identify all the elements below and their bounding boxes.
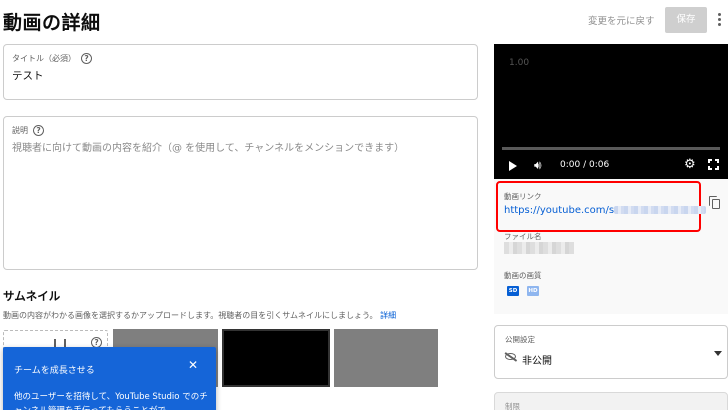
team-growth-popup: チームを成長させる ✕ 他のユーザーを招待して、YouTube Studio で… [3, 347, 216, 410]
dropdown-arrow-icon [714, 351, 722, 356]
hd-badge: HD [527, 286, 539, 296]
more-options-icon[interactable] [718, 13, 722, 27]
thumbnail-option[interactable] [334, 329, 438, 387]
thumbnail-heading: サムネイル [3, 289, 61, 303]
learn-more-link[interactable]: 詳細 [380, 311, 396, 320]
visibility-value: 非公開 [522, 356, 552, 367]
restrictions-label: 制限 [505, 402, 520, 410]
gear-icon[interactable]: ⚙ [684, 157, 696, 172]
popup-body: 他のユーザーを招待して、YouTube Studio でのチャンネル管理を手伝っ… [14, 392, 208, 410]
fullscreen-icon[interactable] [708, 159, 719, 170]
help-icon[interactable]: ? [81, 53, 92, 64]
thumbnail-option-selected[interactable] [222, 329, 330, 387]
sd-badge: SD [507, 286, 519, 296]
help-icon[interactable]: ? [33, 125, 44, 136]
description-input[interactable]: 視聴者に向けて動画の内容を紹介（@ を使用して、チャンネルをメンションできます） [12, 139, 404, 154]
save-button[interactable]: 保存 [665, 7, 707, 33]
progress-bar[interactable] [502, 147, 720, 150]
video-details-page: 動画の詳細 変更を元に戻す 保存 タイトル（必須） ? テスト 説明 ? 視聴者… [0, 0, 728, 410]
eye-off-icon [505, 353, 516, 360]
visibility-dropdown[interactable]: 公開設定 非公開 [494, 325, 728, 379]
close-icon[interactable]: ✕ [188, 358, 198, 372]
popup-title: チームを成長させる [14, 366, 95, 376]
redacted-filename [504, 242, 574, 254]
title-field[interactable]: タイトル（必須） ? テスト [3, 44, 478, 100]
page-title: 動画の詳細 [3, 12, 101, 34]
play-icon[interactable] [509, 161, 517, 171]
title-input[interactable]: テスト [12, 68, 44, 83]
description-field-label: 説明 [12, 126, 28, 135]
visibility-label: 公開設定 [505, 335, 535, 344]
copy-icon[interactable] [709, 196, 721, 210]
volume-icon[interactable]: 🔊︎ [534, 158, 542, 173]
undo-changes-button[interactable]: 変更を元に戻す [588, 13, 655, 27]
playback-counter: 1.00 [509, 58, 530, 68]
restrictions-field[interactable]: 制限 [494, 392, 728, 410]
video-info-panel: 1.00 🔊︎ 0:00 / 0:06 ⚙ 動画リンク https://yout… [494, 44, 728, 314]
time-display: 0:00 / 0:06 [560, 160, 610, 170]
video-player[interactable]: 1.00 🔊︎ 0:00 / 0:06 ⚙ [494, 44, 728, 179]
filename-label: ファイル名 [504, 232, 542, 241]
video-link[interactable]: https://youtube.com/s [504, 205, 707, 216]
redacted-text [614, 206, 707, 214]
title-field-label: タイトル（必須） [12, 54, 76, 63]
quality-label: 動画の画質 [504, 271, 542, 280]
video-link-label: 動画リンク [504, 192, 542, 201]
description-field[interactable]: 説明 ? 視聴者に向けて動画の内容を紹介（@ を使用して、チャンネルをメンション… [3, 116, 478, 270]
thumbnail-description: 動画の内容がわかる画像を選択するかアップロードします。視聴者の目を引くサムネイル… [3, 311, 397, 320]
